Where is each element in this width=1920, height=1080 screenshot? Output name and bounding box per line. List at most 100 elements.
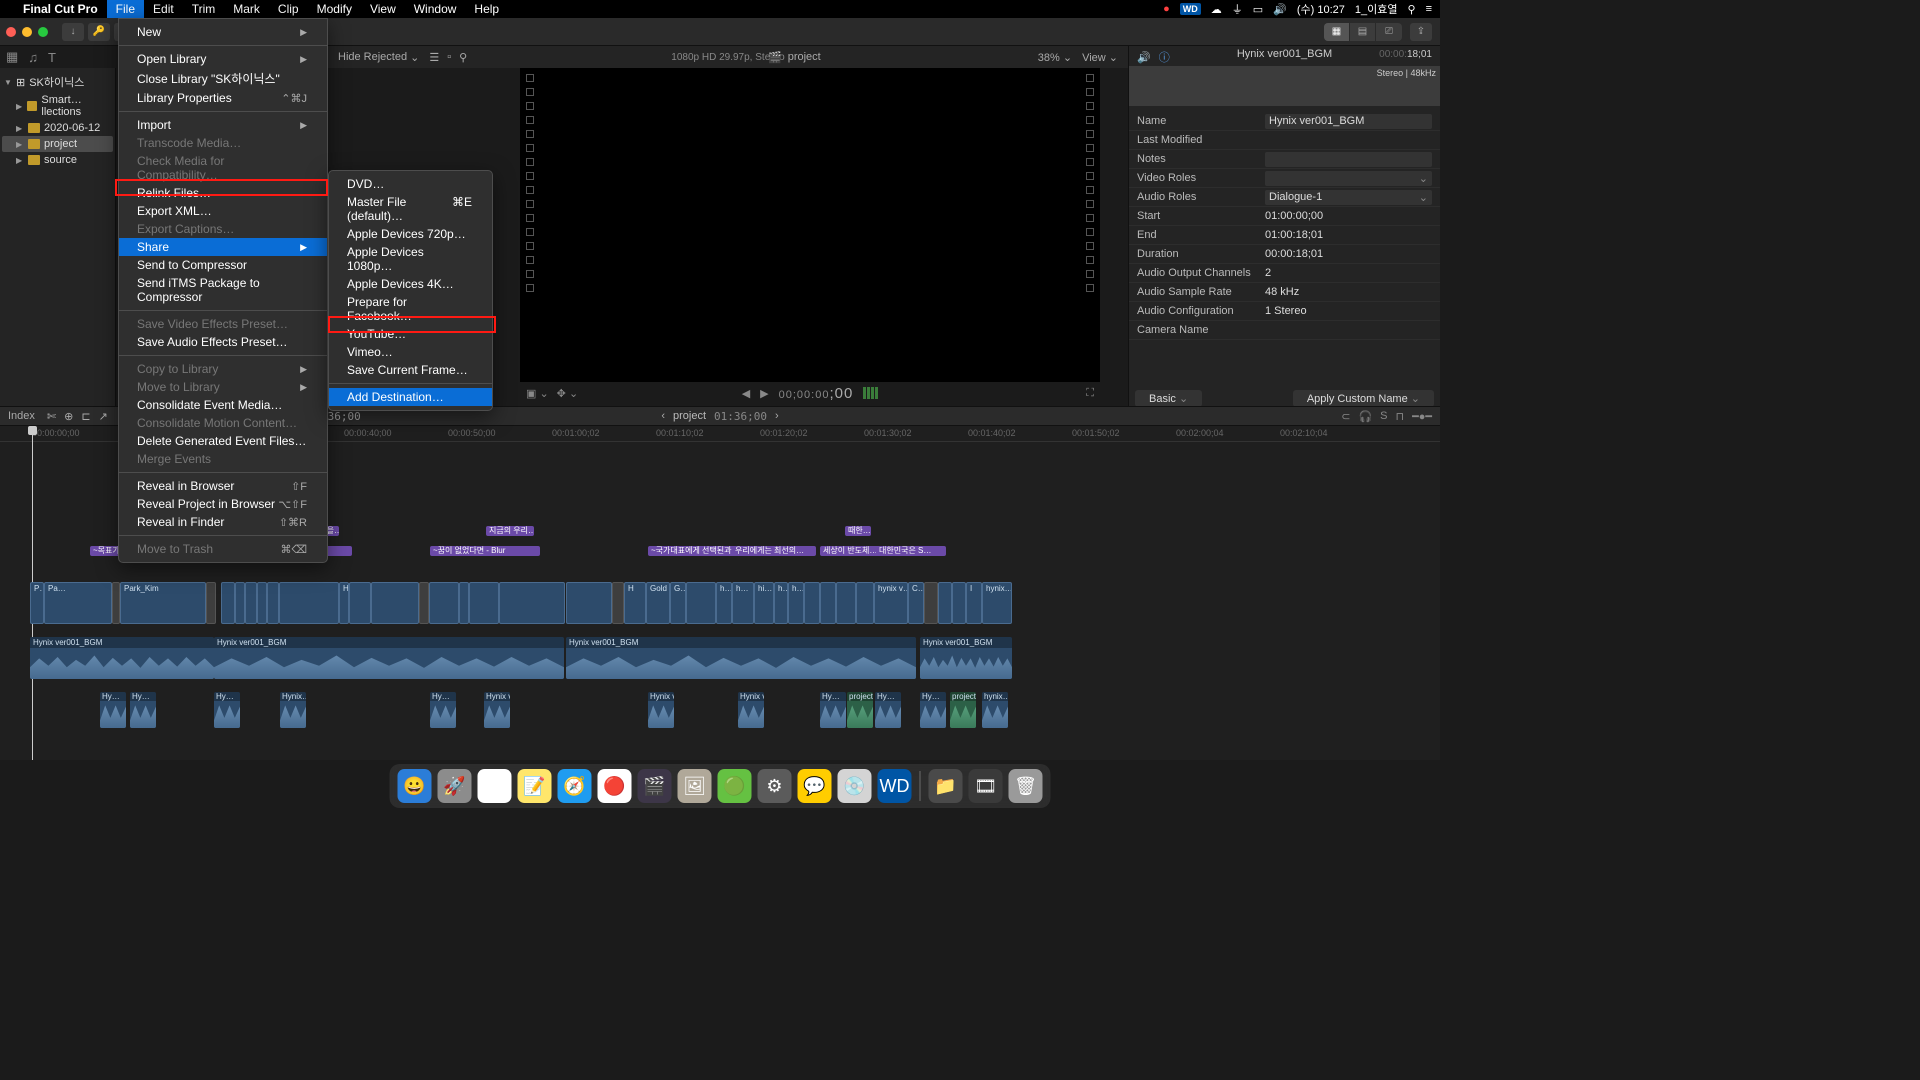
zoom-slider[interactable]: ━●━ — [1412, 410, 1432, 423]
video-clip[interactable]: h… — [774, 582, 788, 624]
file-export-xml[interactable]: Export XML… — [119, 202, 327, 220]
video-clip[interactable] — [499, 582, 565, 624]
video-clip[interactable] — [566, 582, 612, 624]
file-library-properties[interactable]: Library Properties⌃⌘J — [119, 89, 327, 107]
audio-skim-icon[interactable]: 🎧 — [1358, 410, 1372, 423]
video-clip[interactable] — [257, 582, 267, 624]
nav-left-icon[interactable]: ‹ — [661, 410, 665, 422]
video-clip[interactable]: Park_Kim — [120, 582, 206, 624]
tab-libraries-icon[interactable]: ▦ — [6, 49, 18, 65]
sfx-clip[interactable]: Hynix ver… — [484, 692, 510, 728]
share-add-destination[interactable]: Add Destination… — [329, 388, 492, 406]
sfx-clip[interactable]: Hy… — [100, 692, 126, 728]
video-clip[interactable] — [235, 582, 245, 624]
menu-edit[interactable]: Edit — [144, 0, 183, 18]
filter-icon[interactable]: ▫ — [447, 51, 451, 63]
status-search-icon[interactable]: ⚲ — [1408, 3, 1416, 16]
file-relink[interactable]: Relink Files… — [119, 184, 327, 202]
file-reveal-browser[interactable]: Reveal in Browser⇧F — [119, 477, 327, 495]
audio-clip[interactable]: Hynix ver001_BGM — [566, 637, 916, 679]
video-clip[interactable] — [371, 582, 419, 624]
file-reveal-finder[interactable]: Reveal in Finder⇧⌘R — [119, 513, 327, 531]
search-icon[interactable]: ⚲ — [459, 51, 467, 64]
sfx-clip[interactable]: Hy… — [820, 692, 846, 728]
share-master[interactable]: Master File (default)…⌘E — [329, 193, 492, 225]
video-clip[interactable] — [952, 582, 966, 624]
dock-app-icon[interactable]: 📁 — [929, 769, 963, 803]
video-clip[interactable] — [686, 582, 716, 624]
video-clip[interactable] — [938, 582, 952, 624]
video-clip[interactable] — [820, 582, 836, 624]
sfx-clip[interactable]: Hy… — [214, 692, 240, 728]
video-clip[interactable] — [206, 582, 216, 624]
title-clip[interactable]: 대한민국은 S… — [876, 546, 946, 556]
file-send-itms[interactable]: Send iTMS Package to Compressor — [119, 274, 327, 306]
sfx-clip[interactable]: Hynix v… — [648, 692, 674, 728]
video-clip[interactable]: hynix… — [982, 582, 1012, 624]
sfx-clip[interactable]: project Clip — [950, 692, 976, 728]
tab-photos-icon[interactable]: ♫ — [28, 50, 38, 65]
toolbar-share-icon[interactable]: ⇪ — [1410, 23, 1432, 41]
file-open-library[interactable]: Open Library▶ — [119, 50, 327, 68]
zoom-menu[interactable]: 38% ⌄ — [1038, 51, 1072, 64]
play-back-icon[interactable]: ◀ — [742, 387, 750, 400]
trim-icon[interactable]: ✄ — [47, 410, 56, 423]
inspector-audio-icon[interactable]: 🔊 — [1137, 51, 1151, 64]
status-user[interactable]: 1_이효열 — [1355, 1, 1398, 17]
library-event-source[interactable]: ▶source — [2, 152, 113, 168]
dock-app-icon[interactable]: 🚀 — [438, 769, 472, 803]
connect-icon[interactable]: ⊏ — [81, 410, 90, 423]
video-clip[interactable] — [419, 582, 429, 624]
video-clip[interactable] — [459, 582, 469, 624]
video-clip[interactable]: P… — [30, 582, 44, 624]
dock-app-icon[interactable]: 🎬 — [638, 769, 672, 803]
inspector-aroles-select[interactable]: Dialogue-1 — [1265, 190, 1432, 205]
inspector-vroles-select[interactable] — [1265, 171, 1432, 186]
snap-icon[interactable]: ⊓ — [1396, 410, 1405, 423]
file-close-library[interactable]: Close Library "SK하이닉스" — [119, 68, 327, 89]
dock-app-icon[interactable]: 📝 — [518, 769, 552, 803]
sfx-clip[interactable]: Hy… — [920, 692, 946, 728]
menu-window[interactable]: Window — [405, 0, 466, 18]
video-clip[interactable]: C… — [908, 582, 924, 624]
menu-mark[interactable]: Mark — [224, 0, 269, 18]
file-share[interactable]: Share▶ — [119, 238, 327, 256]
file-send-compressor[interactable]: Send to Compressor — [119, 256, 327, 274]
viewer-canvas[interactable] — [520, 68, 1100, 382]
viewer-transform-icon[interactable]: ✥ ⌄ — [557, 387, 579, 400]
library-root[interactable]: ▼⊞SK하이닉스 — [2, 72, 113, 92]
dock-app-icon[interactable]: 😀 — [398, 769, 432, 803]
share-save-frame[interactable]: Save Current Frame… — [329, 361, 492, 379]
title-clip[interactable]: 때한… — [845, 526, 871, 536]
inspector-info-icon[interactable]: ⓘ — [1159, 49, 1170, 65]
menu-view[interactable]: View — [361, 0, 405, 18]
video-clip[interactable] — [836, 582, 856, 624]
solo-icon[interactable]: S — [1380, 410, 1387, 422]
video-clip[interactable] — [349, 582, 371, 624]
nav-right-icon[interactable]: › — [775, 410, 779, 422]
tools-icon[interactable]: ↗ — [99, 410, 108, 423]
file-consolidate-event[interactable]: Consolidate Event Media… — [119, 396, 327, 414]
audio-clip[interactable]: Hynix ver001_BGM — [214, 637, 564, 679]
inspector-metadata-view[interactable]: Basic — [1135, 390, 1202, 407]
video-clip[interactable] — [112, 582, 120, 624]
video-clip[interactable] — [221, 582, 235, 624]
status-menu-icon[interactable]: ≡ — [1426, 3, 1432, 15]
index-button[interactable]: Index — [8, 410, 35, 422]
share-vimeo[interactable]: Vimeo… — [329, 343, 492, 361]
window-traffic-lights[interactable] — [6, 27, 48, 37]
video-clip[interactable] — [429, 582, 459, 624]
video-clip[interactable]: hi… — [754, 582, 774, 624]
menu-help[interactable]: Help — [465, 0, 508, 18]
file-save-afx[interactable]: Save Audio Effects Preset… — [119, 333, 327, 351]
share-dvd[interactable]: DVD… — [329, 175, 492, 193]
view-menu[interactable]: View ⌄ — [1082, 51, 1118, 64]
video-clip[interactable]: Gold — [646, 582, 670, 624]
video-clip[interactable]: H — [624, 582, 646, 624]
title-clip[interactable]: 우리에게는 최선의… — [732, 546, 816, 556]
dock-app-icon[interactable]: 💬 — [798, 769, 832, 803]
share-facebook[interactable]: Prepare for Facebook… — [329, 293, 492, 325]
sfx-clip[interactable]: hynix… — [982, 692, 1008, 728]
inspector-apply-name[interactable]: Apply Custom Name — [1293, 390, 1434, 407]
play-icon[interactable]: ▶ — [760, 387, 768, 400]
